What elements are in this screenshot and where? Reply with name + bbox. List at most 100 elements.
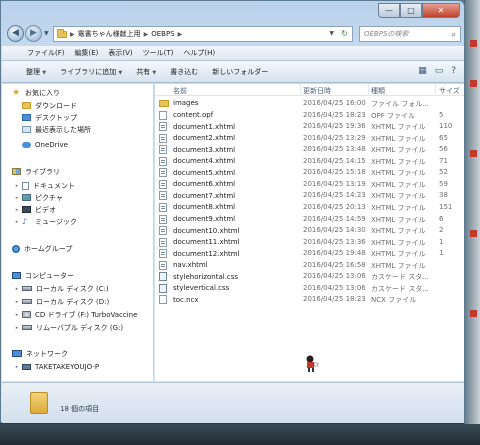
file-size: 71 (439, 156, 448, 165)
file-row[interactable]: document3.xhtml 2016/04/25 13:48 XHTML ファイ… (155, 144, 464, 155)
column-divider[interactable] (300, 84, 301, 96)
minimize-button[interactable]: — (378, 3, 400, 18)
file-row[interactable]: document10.xhtml 2016/04/25 14:30 XHTML ファ… (155, 225, 464, 236)
file-size: 56 (439, 145, 448, 154)
file-row[interactable]: stylehorizontal.css 2016/04/25 13:06 カスケード… (155, 271, 464, 282)
file-date: 2016/04/25 18:23 (303, 110, 366, 119)
xhtml-file-icon (159, 179, 167, 189)
nav-desktop[interactable]: デスクトップ (22, 112, 77, 123)
refresh-icon[interactable]: ↻ (341, 29, 348, 38)
expand-icon[interactable]: ▸ (13, 364, 21, 370)
file-row[interactable]: nav.xhtml 2016/04/25 16:58 XHTML ファイル (155, 260, 464, 271)
expand-icon[interactable]: ▸ (13, 325, 21, 331)
nav-network[interactable]: ネットワーク (12, 348, 68, 359)
nav-downloads[interactable]: ダウンロード (22, 100, 77, 111)
nav-drive-f[interactable]: ▸ CD ドライブ (F:) TurboVaccine (13, 309, 138, 320)
new-folder-button[interactable]: 新しいフォルダー (212, 67, 268, 77)
menu-view[interactable]: 表示(V) (105, 48, 135, 58)
search-input[interactable]: OEBPSの検索 ⌕ (359, 26, 461, 42)
dropdown-arrow-icon: ▼ (42, 69, 47, 76)
expand-icon[interactable]: ▸ (13, 219, 21, 225)
taskbar-strip (0, 424, 480, 445)
menu-help[interactable]: ヘルプ(H) (180, 48, 218, 58)
file-type: XHTML ファイル (371, 238, 426, 247)
file-size: 151 (439, 202, 453, 211)
nav-drive-c[interactable]: ▸ ローカル ディスク (C:) (13, 283, 109, 294)
nav-favorites[interactable]: ★ お気に入り (12, 87, 60, 98)
expand-icon[interactable]: ▸ (13, 195, 21, 201)
close-button[interactable]: ✕ (422, 3, 460, 18)
add-to-library-button[interactable]: ライブラリに追加 ▼ (60, 67, 122, 77)
file-row[interactable]: content.opf 2016/04/25 18:23 OPF ファイル 5 (155, 110, 464, 121)
nav-documents[interactable]: ▸ ドキュメント (13, 180, 75, 191)
nav-onedrive[interactable]: OneDrive (22, 139, 68, 150)
expand-icon[interactable]: ▸ (13, 286, 21, 292)
pictures-icon (22, 194, 31, 201)
nav-recent[interactable]: 最近表示した場所 (22, 124, 91, 135)
share-label: 共有 (136, 67, 151, 76)
file-name: document9.xhtml (173, 215, 236, 223)
file-row[interactable]: document2.xhtml 2016/04/25 13:29 XHTML ファイ… (155, 133, 464, 144)
address-bar[interactable]: ▶ 電書ちゃん様献上用 ▶ OEBPS ▶ ▼ ↻ (53, 26, 353, 42)
column-divider[interactable] (368, 84, 369, 96)
nav-homegroup[interactable]: ホームグループ (12, 243, 72, 254)
nav-pictures[interactable]: ▸ ピクチャ (13, 192, 63, 203)
recent-places-icon (22, 126, 31, 133)
back-button[interactable]: ◀ (7, 25, 24, 42)
nav-label: ダウンロード (35, 101, 77, 110)
file-row[interactable]: document6.xhtml 2016/04/25 13:19 XHTML ファイ… (155, 179, 464, 190)
file-type: XHTML ファイル (371, 227, 426, 236)
file-row[interactable]: document1.xhtml 2016/04/25 19:36 XHTML ファイ… (155, 121, 464, 132)
column-date[interactable]: 更新日時 (303, 86, 331, 96)
expand-icon[interactable]: ▸ (13, 183, 21, 189)
expand-icon[interactable]: ▸ (13, 299, 21, 305)
nav-network-pc[interactable]: ▸ TAKETAKEYOUJO-P (13, 361, 99, 372)
share-button[interactable]: 共有 ▼ (136, 67, 156, 77)
nav-computer[interactable]: コンピューター (12, 270, 74, 281)
preview-pane-icon[interactable]: ▭ (435, 66, 444, 76)
column-type[interactable]: 種類 (371, 86, 385, 96)
file-row[interactable]: document11.xhtml 2016/04/25 13:36 XHTML ファ… (155, 237, 464, 248)
file-row[interactable]: toc.ncx 2016/04/25 18:23 NCX ファイル (155, 294, 464, 305)
column-divider[interactable] (435, 84, 436, 96)
nav-videos[interactable]: ▸ ビデオ (13, 204, 56, 215)
maximize-button[interactable]: □ (400, 3, 422, 18)
change-view-icon[interactable]: ▦ (418, 66, 427, 76)
file-row[interactable]: document4.xhtml 2016/04/25 14:15 XHTML ファイ… (155, 156, 464, 167)
file-row[interactable]: document12.xhtml 2016/04/25 19:48 XHTML ファ… (155, 248, 464, 259)
file-row[interactable]: document8.xhtml 2016/04/25 20:13 XHTML ファイ… (155, 202, 464, 213)
search-icon[interactable]: ⌕ (452, 28, 456, 42)
menu-tools[interactable]: ツール(T) (140, 48, 177, 58)
address-dropdown-icon[interactable]: ▼ (329, 30, 334, 37)
nav-libraries[interactable]: ライブラリ (12, 166, 60, 177)
column-name[interactable]: 名前 (173, 86, 187, 96)
nav-drive-g[interactable]: ▸ リムーバブル ディスク (G:) (13, 322, 123, 333)
column-size[interactable]: サイズ (439, 86, 460, 96)
homegroup-icon (12, 244, 20, 253)
burn-button[interactable]: 書き込む (170, 67, 198, 77)
menu-edit[interactable]: 編集(E) (72, 48, 102, 58)
file-row[interactable]: stylevertical.css 2016/04/25 13:06 カスケード ス… (155, 283, 464, 294)
file-row[interactable]: document9.xhtml 2016/04/25 14:59 XHTML ファイ… (155, 214, 464, 225)
computer-icon (12, 272, 21, 279)
forward-button[interactable]: ▶ (25, 25, 42, 42)
nav-music[interactable]: ▸ ♪ ミュージック (13, 216, 77, 227)
music-icon: ♪ (22, 216, 28, 226)
file-row[interactable]: document5.xhtml 2016/04/25 15:18 XHTML ファイ… (155, 167, 464, 178)
file-row[interactable]: document7.xhtml 2016/04/25 14:23 XHTML ファイ… (155, 190, 464, 201)
file-name: document7.xhtml (173, 191, 236, 200)
file-type: XHTML ファイル (371, 203, 426, 212)
file-type: カスケード スタ... (371, 273, 429, 282)
recent-pages-icon[interactable]: ▼ (44, 30, 49, 37)
file-name-cell: document1.xhtml (159, 122, 235, 132)
organize-button[interactable]: 整理 ▼ (26, 67, 46, 77)
help-icon[interactable]: ? (451, 66, 456, 76)
expand-icon[interactable]: ▸ (13, 312, 21, 318)
menu-file[interactable]: ファイル(F) (24, 48, 68, 58)
expand-icon[interactable]: ▸ (13, 207, 21, 213)
hard-drive-icon (22, 299, 32, 304)
breadcrumb-current[interactable]: OEBPS (151, 30, 174, 38)
file-row[interactable]: images 2016/04/25 16:00 ファイル フォル... (155, 98, 464, 109)
nav-drive-d[interactable]: ▸ ローカル ディスク (D:) (13, 296, 109, 307)
breadcrumb-parent[interactable]: 電書ちゃん様献上用 (78, 29, 141, 39)
